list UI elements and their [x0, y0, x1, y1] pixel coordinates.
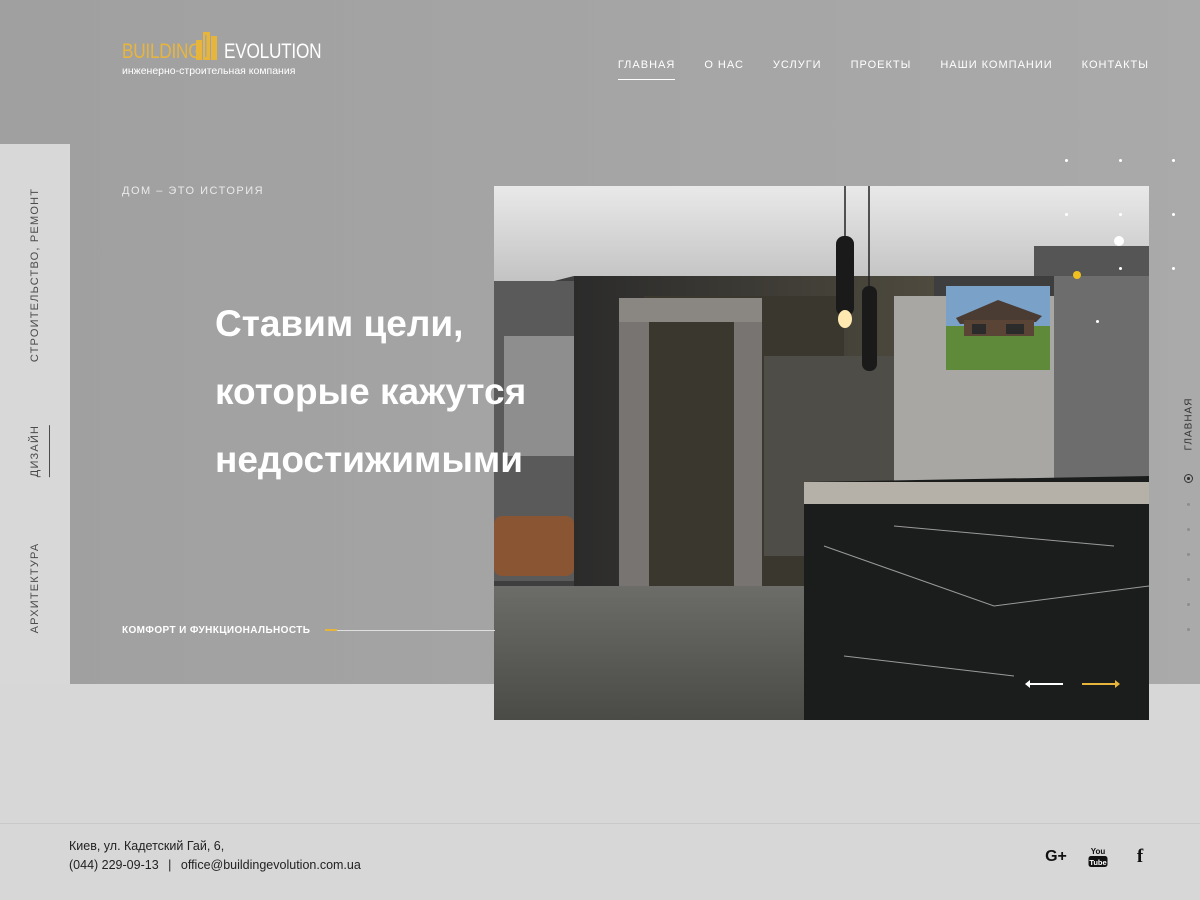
youtube-you-text: You	[1091, 847, 1106, 856]
footer-address: Киев, ул. Кадетский Гай, 6,	[69, 839, 225, 853]
slider-prev-button[interactable]	[1025, 680, 1063, 688]
side-category-nav: СТРОИТЕЛЬСТВО, РЕМОНТ ДИЗАЙН АРХИТЕКТУРА	[0, 144, 70, 684]
side-item-design[interactable]: ДИЗАЙН	[29, 425, 41, 477]
house-image	[946, 286, 1050, 370]
google-plus-icon[interactable]: G+	[1044, 846, 1068, 868]
slide-indicator[interactable]	[1187, 578, 1190, 581]
tag-line-divider	[325, 629, 495, 631]
headline-line-3: недостижимыми	[215, 439, 524, 480]
nav-item-contacts[interactable]: КОНТАКТЫ	[1082, 59, 1149, 71]
house-thumbnail[interactable]	[946, 286, 1050, 370]
slide-indicator[interactable]	[1187, 628, 1190, 631]
footer-phone[interactable]: (044) 229-09-13	[69, 858, 159, 872]
footer-email[interactable]: office@buildingevolution.com.ua	[181, 858, 361, 872]
hero-eyebrow: ДОМ – ЭТО ИСТОРИЯ	[122, 185, 265, 197]
youtube-tube-text: Tube	[1089, 858, 1106, 867]
main-nav: ГЛАВНАЯ О НАС УСЛУГИ ПРОЕКТЫ НАШИ КОМПАН…	[617, 59, 1149, 80]
nav-item-services[interactable]: УСЛУГИ	[773, 59, 822, 71]
decor-dot	[1065, 159, 1068, 162]
decor-dot	[1119, 159, 1122, 162]
nav-item-companies[interactable]: НАШИ КОМПАНИИ	[940, 59, 1052, 71]
decor-dot	[1172, 213, 1175, 216]
logo-tagline: инженерно-строительная компания	[122, 65, 296, 77]
hero-bottom-tag: КОМФОРТ И ФУНКЦИОНАЛЬНОСТЬ	[122, 625, 311, 636]
footer-divider	[0, 823, 1200, 824]
footer-separator: |	[168, 858, 172, 872]
side-item-architecture[interactable]: АРХИТЕКТУРА	[29, 543, 41, 634]
decor-dot	[1172, 159, 1175, 162]
headline-line-2: которые кажутся	[215, 371, 527, 412]
slide-indicator[interactable]	[1187, 603, 1190, 606]
accent-dot	[1073, 271, 1081, 279]
youtube-icon[interactable]: You Tube	[1086, 846, 1110, 868]
hero-headline: Ставим цели, которые кажутся недостижимы…	[215, 290, 595, 494]
slide-indicator[interactable]	[1187, 553, 1190, 556]
side-item-construction[interactable]: СТРОИТЕЛЬСТВО, РЕМОНТ	[29, 188, 41, 362]
logo-word-evolution: EVOLUTION	[224, 40, 322, 63]
footer-contacts: (044) 229-09-13 | office@buildingevoluti…	[69, 858, 361, 872]
logo[interactable]: BUILDING EVOLUTION инженерно-строительна…	[122, 30, 322, 80]
decor-dot	[1119, 267, 1122, 270]
nav-item-home[interactable]: ГЛАВНАЯ	[617, 59, 676, 80]
nav-item-projects[interactable]: ПРОЕКТЫ	[851, 59, 912, 71]
facebook-icon[interactable]: f	[1128, 846, 1152, 868]
decor-dot	[1096, 320, 1099, 323]
building-icon	[196, 32, 217, 60]
decor-dot	[1065, 213, 1068, 216]
slide-indicator[interactable]	[1187, 528, 1190, 531]
headline-line-1: Ставим цели,	[215, 303, 464, 344]
slider-next-button[interactable]	[1082, 680, 1120, 688]
logo-word-building: BUILDING	[122, 40, 202, 63]
nav-item-about[interactable]: О НАС	[704, 59, 744, 71]
decor-dot	[1172, 267, 1175, 270]
slide-indicator[interactable]	[1187, 503, 1190, 506]
decor-dot	[1119, 213, 1122, 216]
right-nav-label: ГЛАВНАЯ	[1183, 397, 1195, 451]
slide-indicator-active[interactable]	[1184, 474, 1193, 483]
